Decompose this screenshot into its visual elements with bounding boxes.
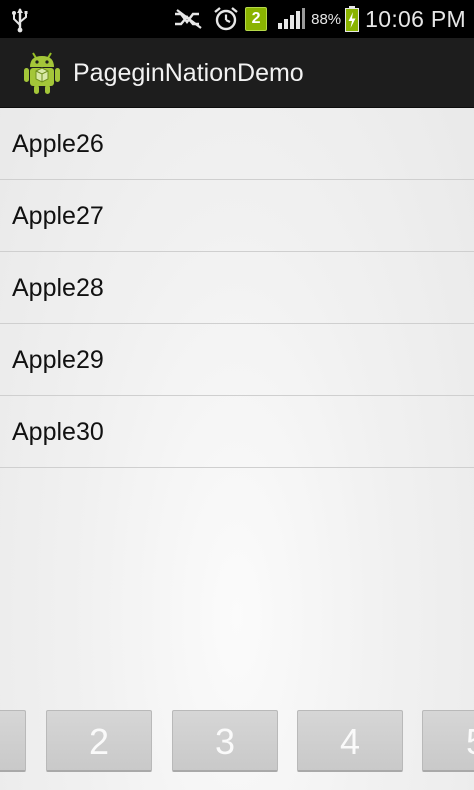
- pagination-bar: 2 3 4 5: [0, 710, 474, 774]
- usb-icon: [12, 8, 28, 33]
- list-item-label: Apple27: [12, 202, 104, 230]
- battery-percent: 88%: [311, 10, 342, 28]
- item-list: Apple26 Apple27 Apple28 Apple29 Apple30: [0, 108, 474, 468]
- list-item[interactable]: Apple28: [0, 252, 474, 324]
- list-item-label: Apple29: [12, 346, 104, 374]
- signal-icon: [278, 8, 306, 29]
- list-item-label: Apple30: [12, 418, 104, 446]
- status-bar: 2 88% 10:06 PM: [0, 0, 474, 38]
- page-button-3[interactable]: 3: [172, 710, 278, 772]
- list-item[interactable]: Apple27: [0, 180, 474, 252]
- list-item[interactable]: Apple26: [0, 108, 474, 180]
- app-title: PageginNationDemo: [73, 59, 304, 87]
- battery-icon: [345, 6, 360, 32]
- android-icon[interactable]: [22, 51, 62, 95]
- list-item[interactable]: Apple30: [0, 396, 474, 468]
- page-button-2[interactable]: 2: [46, 710, 152, 772]
- page-button-5[interactable]: 5: [422, 710, 474, 772]
- list-item-label: Apple26: [12, 130, 104, 158]
- notification-badge: 2: [245, 7, 268, 31]
- action-bar: PageginNationDemo: [0, 38, 474, 108]
- list-item-label: Apple28: [12, 274, 104, 302]
- alarm-icon: [214, 7, 238, 31]
- clock: 10:06 PM: [365, 5, 466, 32]
- page-button-4[interactable]: 4: [297, 710, 403, 772]
- page-button-partial-left[interactable]: [0, 710, 26, 772]
- no-signal-icon: [175, 9, 202, 29]
- list-item[interactable]: Apple29: [0, 324, 474, 396]
